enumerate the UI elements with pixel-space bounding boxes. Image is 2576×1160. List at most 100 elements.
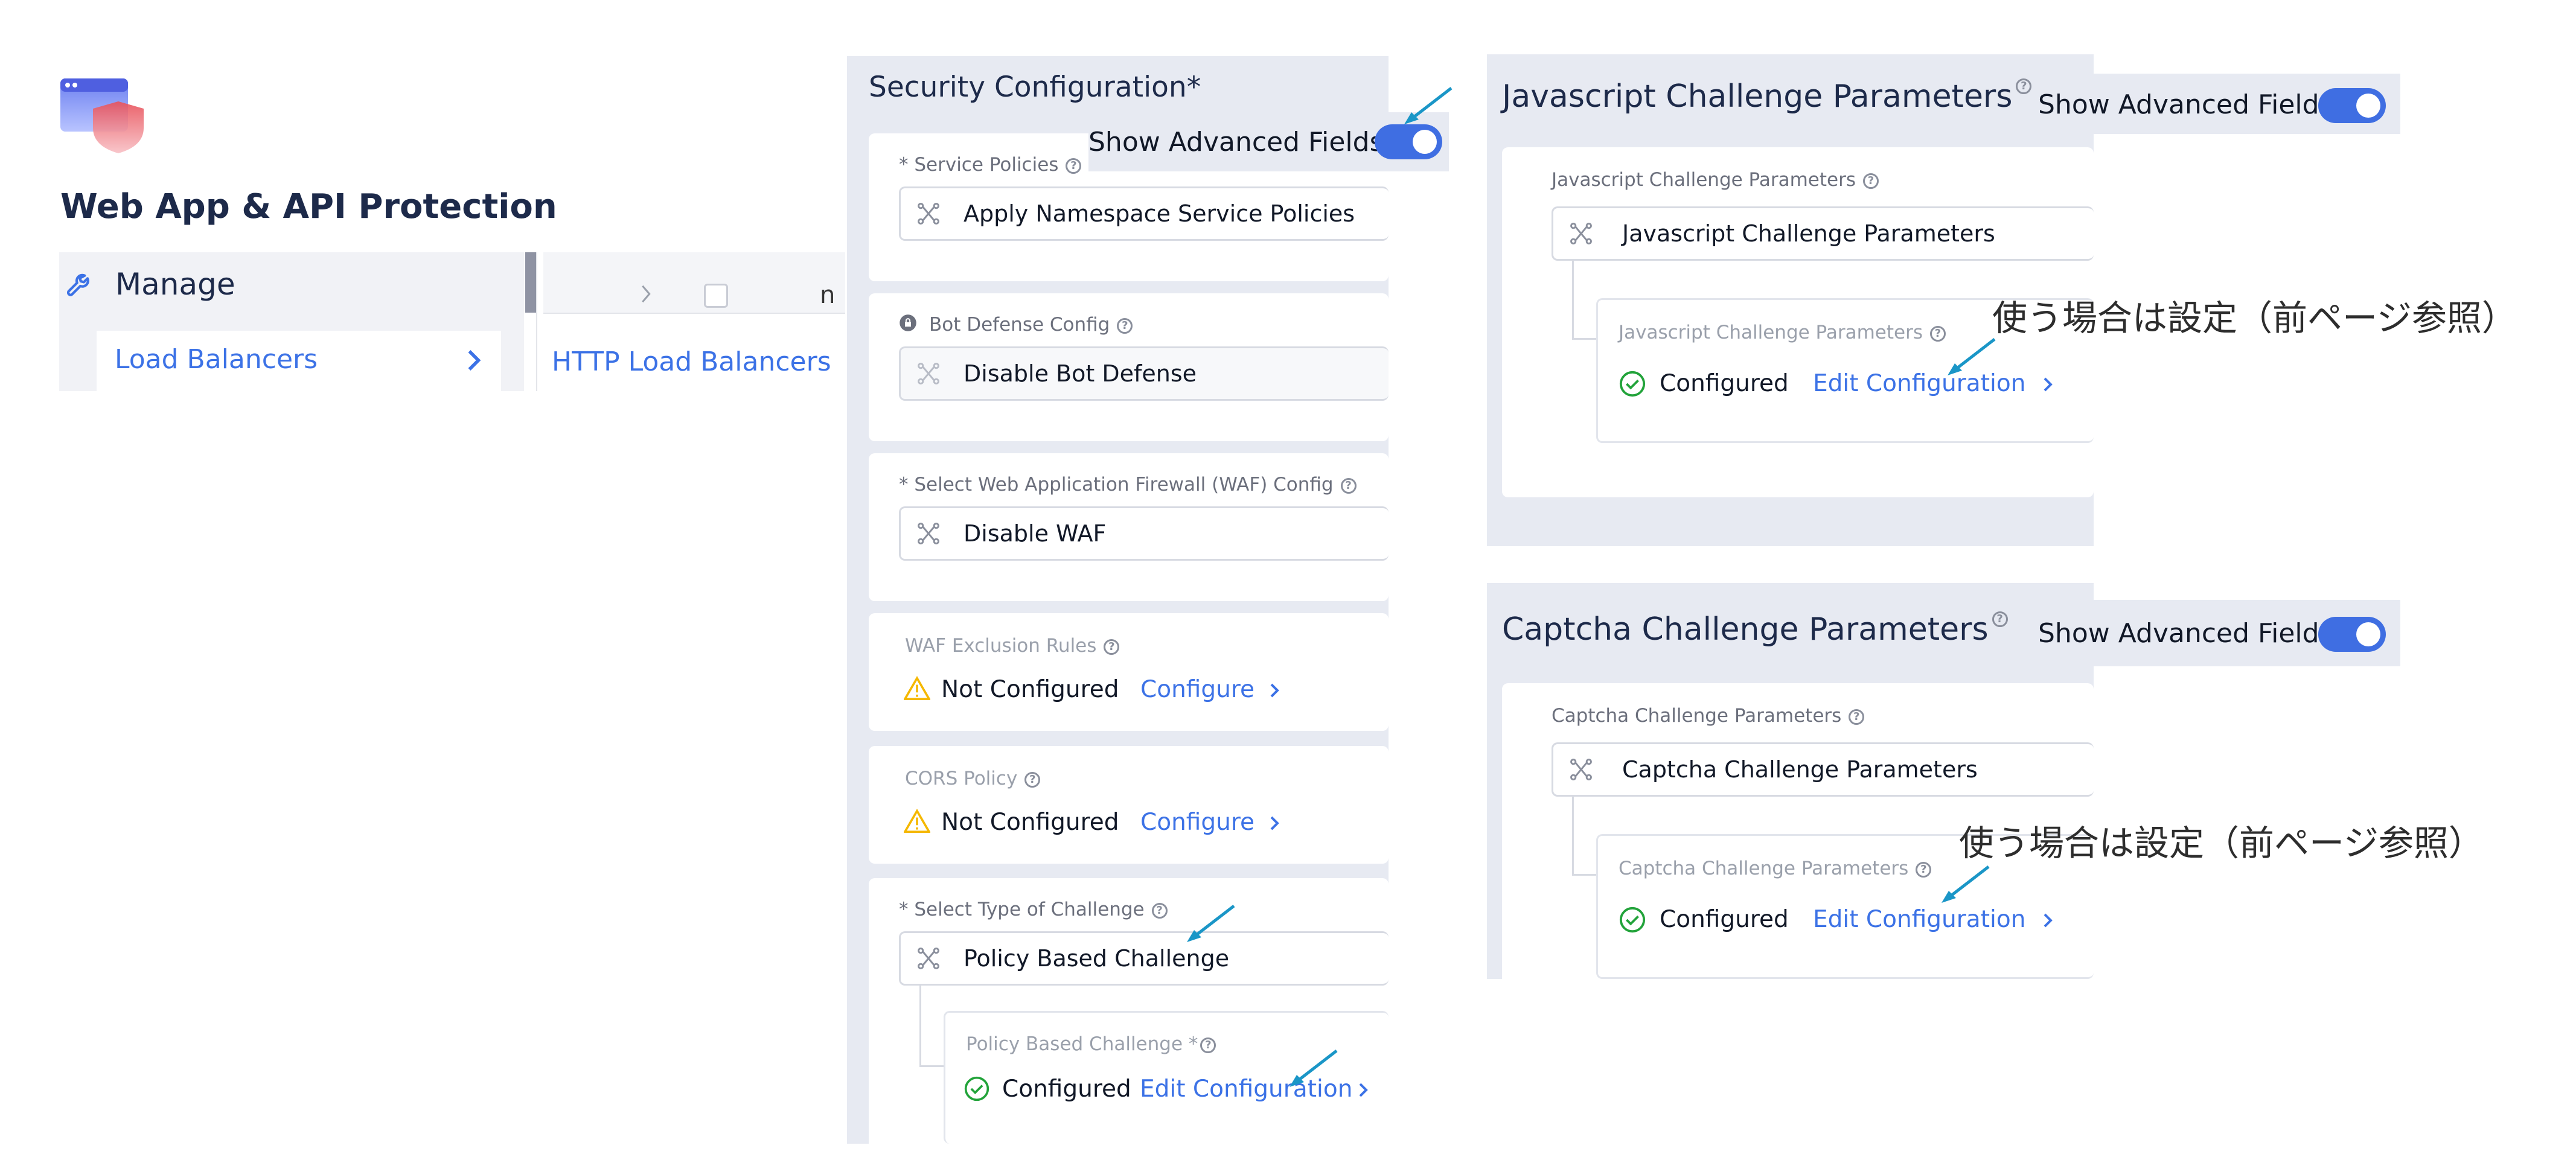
- warning-triangle-icon: [903, 809, 932, 835]
- js-challenge-title: Javascript Challenge Parameters?: [1502, 78, 2032, 115]
- arrow-pointer-icon: [1404, 87, 1453, 124]
- captcha-field-label: Captcha Challenge Parameters?: [1552, 705, 1865, 727]
- chevron-right-icon[interactable]: [1268, 814, 1280, 835]
- help-icon[interactable]: ?: [1151, 902, 1168, 919]
- js-challenge-field-label: Javascript Challenge Parameters?: [1552, 169, 1879, 191]
- policy-challenge-label: Policy Based Challenge *?: [966, 1033, 1216, 1055]
- cors-configure-link[interactable]: Configure: [1140, 809, 1254, 836]
- help-icon[interactable]: ?: [2016, 78, 2032, 94]
- menu-load-balancers[interactable]: Load Balancers: [97, 331, 501, 391]
- help-icon[interactable]: ?: [1104, 639, 1120, 655]
- waf-label: * Select Web Application Firewall (WAF) …: [899, 474, 1357, 496]
- challenge-type-value: Policy Based Challenge: [964, 945, 1230, 972]
- help-icon[interactable]: ?: [1200, 1037, 1216, 1053]
- bot-defense-value: Disable Bot Defense: [964, 360, 1197, 387]
- waf-select[interactable]: Disable WAF: [899, 506, 1389, 561]
- truncated-column-text: n: [820, 281, 836, 309]
- route-nodes-icon: [1568, 756, 1594, 785]
- captcha-status: Configured: [1660, 906, 1789, 933]
- chevron-right-icon[interactable]: [2042, 375, 2054, 397]
- arrow-pointer-icon: [1942, 865, 1990, 903]
- column-header-strip: n: [543, 252, 845, 314]
- app-logo: [59, 77, 150, 156]
- tree-connector: [1572, 797, 1598, 876]
- captcha-show-advanced-row: Show Advanced Fields: [2038, 600, 2400, 666]
- row-checkbox[interactable]: [704, 284, 728, 308]
- js-challenge-status: Configured: [1660, 370, 1789, 397]
- check-circle-icon: [1619, 370, 1646, 400]
- cors-label: CORS Policy?: [905, 768, 1041, 789]
- tree-connector: [1572, 261, 1598, 340]
- security-config-title: Security Configuration*: [869, 71, 1201, 104]
- route-nodes-icon: [915, 520, 942, 549]
- js-challenge-sub-label: Javascript Challenge Parameters?: [1619, 322, 1946, 343]
- policy-challenge-status: Configured: [1002, 1076, 1131, 1103]
- chevron-right-icon[interactable]: [1357, 1080, 1369, 1102]
- arrow-pointer-icon: [1187, 905, 1235, 942]
- wrench-icon: [64, 267, 98, 303]
- menu-load-balancers-label: Load Balancers: [115, 344, 318, 375]
- expand-chevron-icon[interactable]: [640, 284, 652, 307]
- js-challenge-value: Javascript Challenge Parameters: [1622, 220, 1995, 247]
- route-nodes-icon: [915, 200, 942, 229]
- show-advanced-fields-toggle-row: Show Advanced Fields: [1088, 112, 1449, 171]
- check-circle-icon: [964, 1076, 990, 1104]
- js-show-advanced-toggle[interactable]: [2318, 88, 2386, 123]
- help-icon[interactable]: ?: [1849, 709, 1865, 725]
- captcha-show-advanced-toggle[interactable]: [2318, 617, 2386, 652]
- captcha-show-advanced-label: Show Advanced Fields: [2038, 618, 2333, 649]
- captcha-sub-label: Captcha Challenge Parameters?: [1619, 858, 1932, 879]
- waf-card: * Select Web Application Firewall (WAF) …: [869, 453, 1389, 601]
- waf-exclusion-configure-link[interactable]: Configure: [1140, 676, 1254, 703]
- bot-defense-label: Bot Defense Config?: [899, 314, 1133, 336]
- waf-value: Disable WAF: [964, 520, 1107, 547]
- menu-manage-label: Manage: [115, 267, 235, 302]
- captcha-annotation: 使う場合は設定（前ページ参照）: [1959, 823, 2484, 864]
- app-title: Web App & API Protection: [60, 187, 557, 226]
- challenge-type-card: * Select Type of Challenge? Policy Based…: [869, 878, 1389, 1144]
- route-nodes-icon: [1568, 220, 1594, 249]
- bot-defense-card: Bot Defense Config? Disable Bot Defense: [869, 293, 1389, 441]
- help-icon[interactable]: ?: [1863, 173, 1879, 189]
- waf-exclusion-status: Not Configured: [941, 676, 1119, 703]
- submenu-http-load-balancers[interactable]: HTTP Load Balancers: [552, 346, 831, 377]
- sidebar-scrollbar[interactable]: [525, 252, 536, 313]
- js-show-advanced-row: Show Advanced Fields: [2038, 74, 2400, 134]
- menu-manage[interactable]: Manage: [59, 252, 524, 319]
- bot-defense-select[interactable]: Disable Bot Defense: [899, 346, 1389, 401]
- route-nodes-icon: [915, 945, 942, 974]
- help-icon[interactable]: ?: [1916, 861, 1932, 878]
- js-show-advanced-label: Show Advanced Fields: [2038, 89, 2333, 120]
- captcha-value: Captcha Challenge Parameters: [1622, 756, 1978, 783]
- arrow-pointer-icon: [1948, 338, 1996, 375]
- route-nodes-icon: [915, 360, 942, 389]
- cors-card: CORS Policy? Not Configured Configure: [869, 746, 1389, 864]
- chevron-right-icon: [465, 346, 483, 377]
- captcha-select[interactable]: Captcha Challenge Parameters: [1552, 742, 2094, 797]
- show-advanced-fields-label: Show Advanced Fields: [1088, 127, 1384, 158]
- js-annotation: 使う場合は設定（前ページ参照）: [1992, 298, 2517, 339]
- arrow-pointer-icon: [1290, 1050, 1338, 1087]
- check-circle-icon: [1619, 906, 1646, 936]
- tree-connector: [919, 986, 945, 1067]
- service-policies-value: Apply Namespace Service Policies: [964, 200, 1355, 227]
- chevron-right-icon[interactable]: [2042, 911, 2054, 932]
- security-config-panel: Security Configuration* * Service Polici…: [847, 56, 1449, 1144]
- service-policies-select[interactable]: Apply Namespace Service Policies: [899, 186, 1389, 241]
- js-challenge-select[interactable]: Javascript Challenge Parameters: [1552, 206, 2094, 261]
- cors-status: Not Configured: [941, 809, 1119, 836]
- show-advanced-fields-toggle[interactable]: [1375, 124, 1442, 159]
- challenge-type-label: * Select Type of Challenge?: [899, 899, 1168, 920]
- captcha-edit-link[interactable]: Edit Configuration: [1813, 906, 2025, 933]
- challenge-type-select[interactable]: Policy Based Challenge: [899, 931, 1389, 986]
- help-icon[interactable]: ?: [1066, 158, 1082, 174]
- help-icon[interactable]: ?: [1024, 771, 1041, 788]
- help-icon[interactable]: ?: [1992, 611, 2008, 627]
- chevron-right-icon[interactable]: [1268, 681, 1280, 703]
- waf-exclusion-card: WAF Exclusion Rules? Not Configured Conf…: [869, 613, 1389, 731]
- help-icon[interactable]: ?: [1340, 477, 1357, 494]
- service-policies-label: * Service Policies?: [899, 154, 1082, 176]
- waf-exclusion-label: WAF Exclusion Rules?: [905, 635, 1120, 657]
- help-icon[interactable]: ?: [1117, 317, 1133, 334]
- lock-icon: [899, 314, 917, 337]
